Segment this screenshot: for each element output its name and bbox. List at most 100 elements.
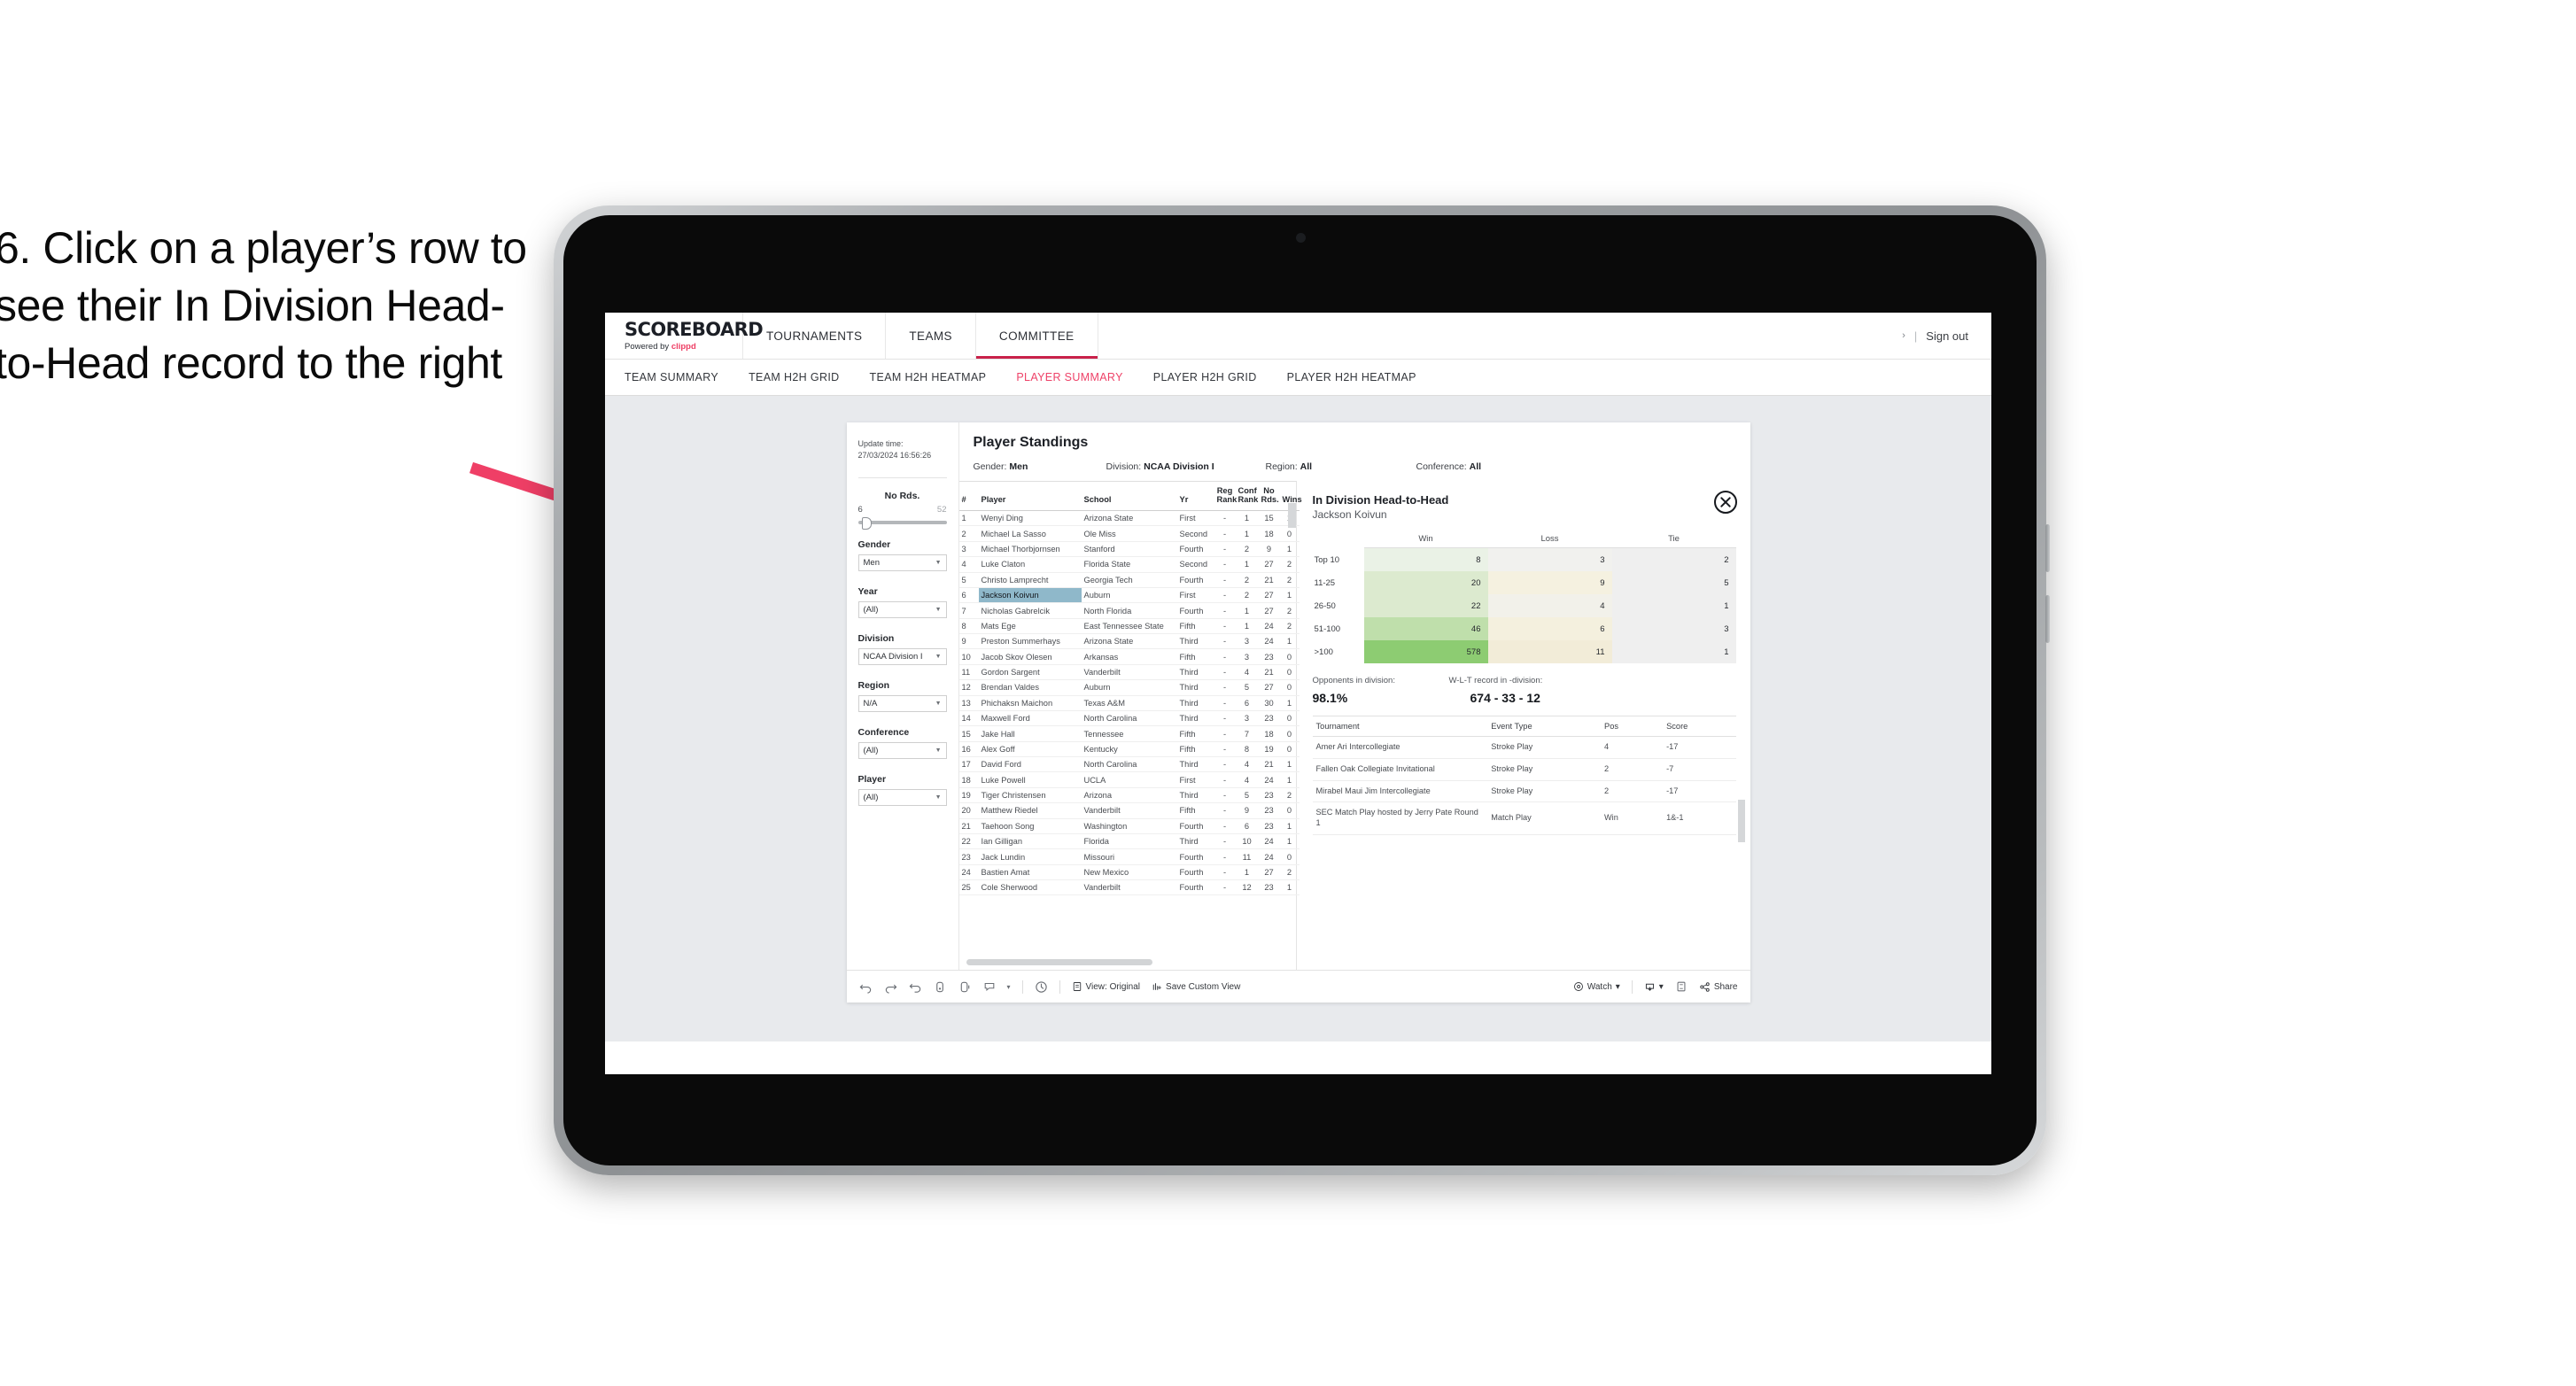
tab-player-summary[interactable]: PLAYER SUMMARY [1016, 371, 1122, 383]
filter-gender-label: Gender [857, 539, 891, 551]
h2h-cell-win[interactable]: 46 [1363, 617, 1488, 640]
h2h-cell-win[interactable]: 8 [1363, 547, 1488, 571]
table-row[interactable]: 14 Maxwell Ford North Carolina Third -3 23 0 [958, 710, 1300, 727]
comment-icon[interactable] [983, 980, 996, 993]
tournament-scrollbar[interactable] [1737, 800, 1745, 842]
table-row[interactable]: 16 Alex Goff Kentucky Fifth -8 19 0 [958, 741, 1300, 758]
h2h-cell-tie[interactable]: 3 [1611, 617, 1736, 640]
col-header-school[interactable]: School [1081, 482, 1177, 512]
table-row[interactable]: 21 Taehoon Song Washington Fourth -6 23 1 [958, 818, 1300, 834]
table-row[interactable]: 8 Mats Ege East Tennessee State Fifth -1 24 2 [958, 618, 1300, 635]
table-row[interactable]: 13 Phichaksn Maichon Texas A&M Third -6 30 1 [958, 695, 1300, 711]
account-chevron-icon[interactable]: › [1902, 330, 1905, 341]
col-header-conf-rank[interactable]: Conf Rank [1235, 482, 1259, 512]
table-row[interactable]: 3 Michael Thorbjornsen Stanford Fourth -2 9 1 [958, 541, 1300, 558]
h2h-cell-tie[interactable]: 1 [1611, 640, 1736, 663]
table-row[interactable]: 19 Tiger Christensen Arizona Third -5 23 2 [958, 787, 1300, 804]
undo-icon[interactable] [859, 980, 873, 994]
view-original-button[interactable]: View: Original [1072, 981, 1140, 992]
nav-committee[interactable]: COMMITTEE [976, 313, 1098, 359]
h2h-cell-tie[interactable]: 5 [1611, 571, 1736, 594]
col-header-no-rds[interactable]: No Rds. [1258, 482, 1280, 512]
slider-handle[interactable] [861, 517, 872, 530]
tab-team-h2h-heatmap[interactable]: TEAM H2H HEATMAP [870, 371, 987, 383]
filter-player-select[interactable]: (All) ▼ [857, 789, 947, 807]
table-row[interactable]: 18 Luke Powell UCLA First -4 24 1 [958, 771, 1300, 788]
toolbar-caret-icon[interactable]: ▾ [1007, 983, 1011, 991]
table-row[interactable]: 9 Preston Summerhays Arizona State Third -3 2… [958, 633, 1300, 650]
standings-cell-conf-rank: 3 [1235, 633, 1259, 650]
pause-auto-update-icon[interactable] [1035, 980, 1048, 994]
table-row[interactable]: 17 David Ford North Carolina Third -4 21 1 [958, 756, 1300, 773]
table-row[interactable]: 12 Brendan Valdes Auburn Third -5 27 0 [958, 679, 1300, 696]
list-item[interactable]: Amer Ari Intercollegiate Stroke Play 4 -17 [1312, 736, 1736, 759]
standings-horizontal-scrollbar[interactable] [966, 959, 1152, 965]
list-item[interactable]: Fallen Oak Collegiate Invitational Stroke… [1312, 758, 1736, 781]
h2h-cell-loss[interactable]: 4 [1487, 594, 1612, 617]
tab-team-h2h-grid[interactable]: TEAM H2H GRID [749, 371, 839, 383]
download-button[interactable]: ▾ [1644, 981, 1664, 993]
account-area: › | Sign out [1902, 313, 1991, 359]
list-item[interactable]: SEC Match Play hosted by Jerry Pate Roun… [1312, 801, 1736, 835]
filter-region-select[interactable]: N/A ▼ [857, 695, 947, 713]
h2h-cell-loss[interactable]: 11 [1487, 640, 1612, 663]
sign-out-button[interactable]: Sign out [1926, 329, 1968, 343]
no-rds-slider[interactable]: 6 52 [857, 505, 947, 530]
nav-teams[interactable]: TEAMS [886, 313, 976, 359]
col-header-rank[interactable]: # [958, 482, 979, 512]
tablet-device-frame: SCOREBOARD Powered by clippd TOURNAMENTS… [554, 205, 2050, 1175]
save-custom-view-button[interactable]: Save Custom View [1152, 981, 1240, 992]
tab-player-h2h-heatmap[interactable]: PLAYER H2H HEATMAP [1287, 371, 1416, 383]
h2h-cell-loss[interactable]: 9 [1487, 571, 1612, 594]
table-row[interactable]: 24 Bastien Amat New Mexico Fourth -1 27 2 [958, 864, 1300, 881]
nav-tournaments[interactable]: TOURNAMENTS [743, 313, 887, 359]
table-row[interactable]: 4 Luke Claton Florida State Second -1 27 2 [958, 556, 1300, 573]
table-row[interactable]: 2 Michael La Sasso Ole Miss Second -1 18 0 [958, 525, 1300, 542]
table-row[interactable]: 15 Jake Hall Tennessee Fifth -7 18 0 [958, 725, 1300, 742]
list-item[interactable]: Mirabel Maui Jim Intercollegiate Stroke P… [1312, 780, 1736, 803]
table-row[interactable]: 7 Nicholas Gabrelcik North Florida Fourth -1… [958, 602, 1300, 619]
h2h-cell-tie[interactable]: 2 [1611, 547, 1736, 571]
standings-cell-yr: Fifth [1176, 741, 1214, 758]
filter-year-select[interactable]: (All) ▼ [857, 601, 947, 619]
share-button[interactable]: Share [1699, 981, 1738, 993]
col-header-player[interactable]: Player [978, 482, 1082, 512]
tcol-score: Score [1663, 716, 1736, 737]
player-standings-table: # Player School Yr Reg Rank Conf Rank No… [958, 481, 1302, 970]
table-row[interactable]: 1Wenyi DingArizona StateFirst-1151 [958, 510, 1300, 527]
standings-cell-rank: 11 [958, 664, 979, 681]
table-row[interactable]: 10 Jacob Skov Olesen Arkansas Fifth -3 23 0 [958, 648, 1300, 665]
slider-track[interactable] [857, 517, 947, 530]
table-row[interactable]: 23 Jack Lundin Missouri Fourth -11 24 0 [958, 848, 1300, 865]
h2h-cell-loss[interactable]: 3 [1487, 547, 1612, 571]
h2h-cell-tie[interactable]: 1 [1611, 594, 1736, 617]
revert-icon[interactable] [909, 980, 922, 994]
scoreboard-logo[interactable]: SCOREBOARD Powered by clippd [605, 313, 764, 359]
pause-refresh-icon[interactable] [934, 980, 947, 994]
stat-opponents-value: 98.1% [1312, 691, 1348, 705]
filter-conference-select[interactable]: (All) ▼ [857, 742, 947, 760]
filter-gender-select[interactable]: Men ▼ [857, 554, 947, 572]
h2h-cell-win[interactable]: 578 [1363, 640, 1488, 663]
tab-team-summary[interactable]: TEAM SUMMARY [625, 371, 718, 383]
watch-button[interactable]: Watch ▾ [1573, 981, 1620, 992]
table-row[interactable]: 20 Matthew Riedel Vanderbilt Fifth -9 23 0 [958, 802, 1300, 819]
col-header-reg-rank[interactable]: Reg Rank [1214, 482, 1237, 512]
tab-player-h2h-grid[interactable]: PLAYER H2H GRID [1153, 371, 1257, 383]
table-row[interactable]: 11 Gordon Sargent Vanderbilt Third -4 21 0 [958, 664, 1300, 681]
table-row[interactable]: 25 Cole Sherwood Vanderbilt Fourth -12 23 1 [958, 879, 1300, 896]
h2h-cell-loss[interactable]: 6 [1487, 617, 1612, 640]
h2h-cell-win[interactable]: 20 [1363, 571, 1488, 594]
close-circle-icon[interactable] [1713, 490, 1738, 515]
filter-division-select[interactable]: NCAA Division I ▼ [857, 648, 947, 666]
table-row[interactable]: 5 Christo Lamprecht Georgia Tech Fourth -2 21… [958, 572, 1300, 588]
col-header-yr[interactable]: Yr [1176, 482, 1214, 512]
redo-icon[interactable] [884, 980, 897, 994]
full-screen-icon[interactable] [1675, 980, 1688, 993]
h2h-cell-win[interactable]: 22 [1363, 594, 1488, 617]
refresh-data-icon[interactable] [958, 980, 972, 994]
table-row[interactable]: 6 Jackson Koivun Auburn First -2 27 1 [958, 587, 1300, 604]
standings-vertical-scrollbar[interactable] [1287, 503, 1296, 528]
table-row[interactable]: 22 Ian Gilligan Florida Third -10 24 1 [958, 833, 1300, 850]
tournament-event-type: Stroke Play [1487, 780, 1602, 803]
